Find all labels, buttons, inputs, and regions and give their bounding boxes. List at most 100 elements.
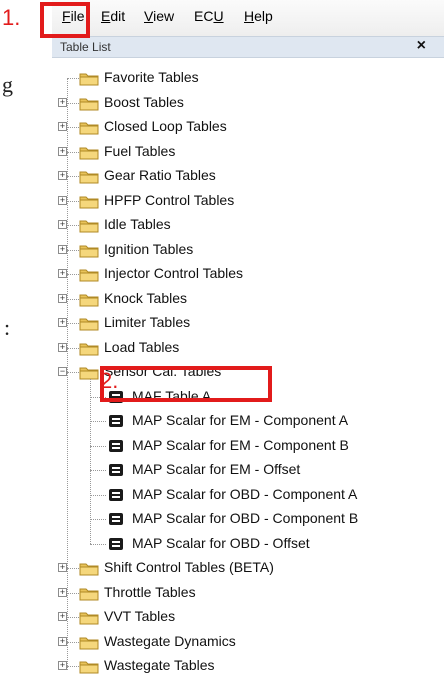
tree-folder-row[interactable]: + VVT Tables <box>52 605 444 629</box>
tree-folder-row[interactable]: + HPFP Control Tables <box>52 189 444 213</box>
expand-icon[interactable]: + <box>58 563 67 572</box>
table-icon <box>109 513 123 525</box>
tree-table-row[interactable]: MAP Scalar for EM - Component A <box>52 409 444 433</box>
tree-table-row[interactable]: MAP Scalar for OBD - Offset <box>52 532 444 556</box>
tree-folder-row[interactable]: + Fuel Tables <box>52 140 444 164</box>
tree-connector <box>67 274 79 275</box>
tree-connector <box>90 494 106 496</box>
expand-icon[interactable]: + <box>58 661 67 670</box>
expand-icon[interactable]: + <box>58 195 67 205</box>
tree-item-label: Fuel Tables <box>104 142 176 159</box>
expand-icon[interactable]: + <box>58 269 67 278</box>
expand-icon[interactable]: + <box>58 122 67 131</box>
tree-item-label: Boost Tables <box>104 93 184 110</box>
expand-icon[interactable]: + <box>58 244 67 254</box>
tree-folder-row[interactable]: + Gear Ratio Tables <box>52 164 444 188</box>
expand-icon[interactable]: + <box>58 293 67 303</box>
tree-item-label: MAP Scalar for OBD - Component B <box>132 510 359 526</box>
folder-icon <box>79 588 99 600</box>
close-icon[interactable]: × <box>417 37 426 55</box>
folder-icon <box>79 196 99 208</box>
left-fragment-text: : <box>4 315 11 340</box>
menu-view[interactable]: View <box>144 8 174 24</box>
menu-ecu[interactable]: ECU <box>194 8 224 24</box>
tree-item-label: Ignition Tables <box>104 240 194 257</box>
menu-help[interactable]: Help <box>244 8 273 24</box>
tree-folder-row[interactable]: + Closed Loop Tables <box>52 115 444 139</box>
tree-connector <box>67 298 79 300</box>
table-icon <box>109 464 123 476</box>
menu-edit[interactable]: Edit <box>101 8 125 24</box>
tree-connector <box>90 519 106 520</box>
tree-connector <box>67 568 79 569</box>
tree-folder-row[interactable]: + Idle Tables <box>52 213 444 237</box>
tree-connector <box>67 78 79 79</box>
collapse-icon[interactable]: − <box>58 367 67 376</box>
folder-icon <box>79 318 99 331</box>
tree-item-label: Favorite Tables <box>104 69 199 85</box>
table-icon <box>109 488 123 501</box>
folder-icon <box>79 269 99 282</box>
tree-folder-row[interactable]: Favorite Tables <box>52 66 444 90</box>
tree-item-label: Limiter Tables <box>104 314 191 330</box>
tree-folder-row[interactable]: + Knock Tables <box>52 287 444 311</box>
tree-connector <box>67 641 79 643</box>
tree-item-label: Wastegate Dynamics <box>104 632 236 649</box>
table-icon <box>109 537 123 550</box>
tree-item-label: Closed Loop Tables <box>104 118 227 134</box>
tree-folder-row[interactable]: + Limiter Tables <box>52 311 444 335</box>
highlight-file-menu <box>40 2 90 38</box>
tree-connector <box>90 445 106 447</box>
folder-icon <box>79 245 99 257</box>
tree-item-label: MAP Scalar for EM - Component A <box>132 412 349 428</box>
tree-table-row[interactable]: MAP Scalar for EM - Component B <box>52 434 444 458</box>
tree-item-label: MAP Scalar for EM - Component B <box>132 436 349 453</box>
tree-item-label: Idle Tables <box>104 216 171 232</box>
folder-icon <box>79 612 99 625</box>
tree-connector <box>67 127 79 128</box>
expand-icon[interactable]: + <box>58 587 67 597</box>
folder-icon <box>79 171 99 184</box>
folder-icon <box>79 122 99 135</box>
menu-edit-label: dit <box>110 8 126 24</box>
folder-icon <box>79 294 99 306</box>
tree-item-label: MAP Scalar for OBD - Offset <box>132 534 310 551</box>
table-list-title: Table List <box>60 40 111 54</box>
tree-connector <box>90 543 106 545</box>
tree-folder-row[interactable]: + Shift Control Tables (BETA) <box>52 556 444 580</box>
table-icon <box>109 439 123 452</box>
tree-connector <box>90 470 106 471</box>
tree-item-label: Load Tables <box>104 338 180 355</box>
tree-folder-row[interactable]: + Load Tables <box>52 336 444 360</box>
tree-table-row[interactable]: MAP Scalar for EM - Offset <box>52 458 444 482</box>
folder-icon <box>79 147 99 159</box>
expand-icon[interactable]: + <box>58 318 67 327</box>
annotation-step-1: 1. <box>2 5 21 30</box>
tree-item-label: MAP Scalar for OBD - Component A <box>132 485 358 502</box>
tree-item-label: HPFP Control Tables <box>104 191 235 208</box>
tree-folder-row[interactable]: + Wastegate Dynamics <box>52 630 444 654</box>
tree-folder-row[interactable]: + Boost Tables <box>52 91 444 115</box>
expand-icon[interactable]: + <box>58 636 67 646</box>
expand-icon[interactable]: + <box>58 146 67 156</box>
folder-icon <box>79 563 99 576</box>
tree-folder-row[interactable]: + Injector Control Tables <box>52 262 444 286</box>
expand-icon[interactable]: + <box>58 97 67 107</box>
expand-icon[interactable]: + <box>58 612 67 621</box>
tree-connector <box>67 176 79 177</box>
tree-connector <box>67 249 79 251</box>
expand-icon[interactable]: + <box>58 342 67 352</box>
menu-edit-mnemonic: E <box>101 8 111 24</box>
expand-icon[interactable]: + <box>58 171 67 180</box>
tree-item-label: Knock Tables <box>104 289 188 306</box>
tree-connector <box>67 102 79 104</box>
tree-table-row[interactable]: MAP Scalar for OBD - Component B <box>52 507 444 531</box>
tree-connector <box>67 666 79 667</box>
tree-table-row[interactable]: MAP Scalar for OBD - Component A <box>52 483 444 507</box>
tree-folder-row[interactable]: + Ignition Tables <box>52 238 444 262</box>
tree-folder-row[interactable]: + Throttle Tables <box>52 581 444 605</box>
tree-item-label: Throttle Tables <box>104 583 196 600</box>
tree-folder-row[interactable]: + Wastegate Tables <box>52 654 444 678</box>
tree-item-label: VVT Tables <box>104 608 176 624</box>
expand-icon[interactable]: + <box>58 220 67 229</box>
